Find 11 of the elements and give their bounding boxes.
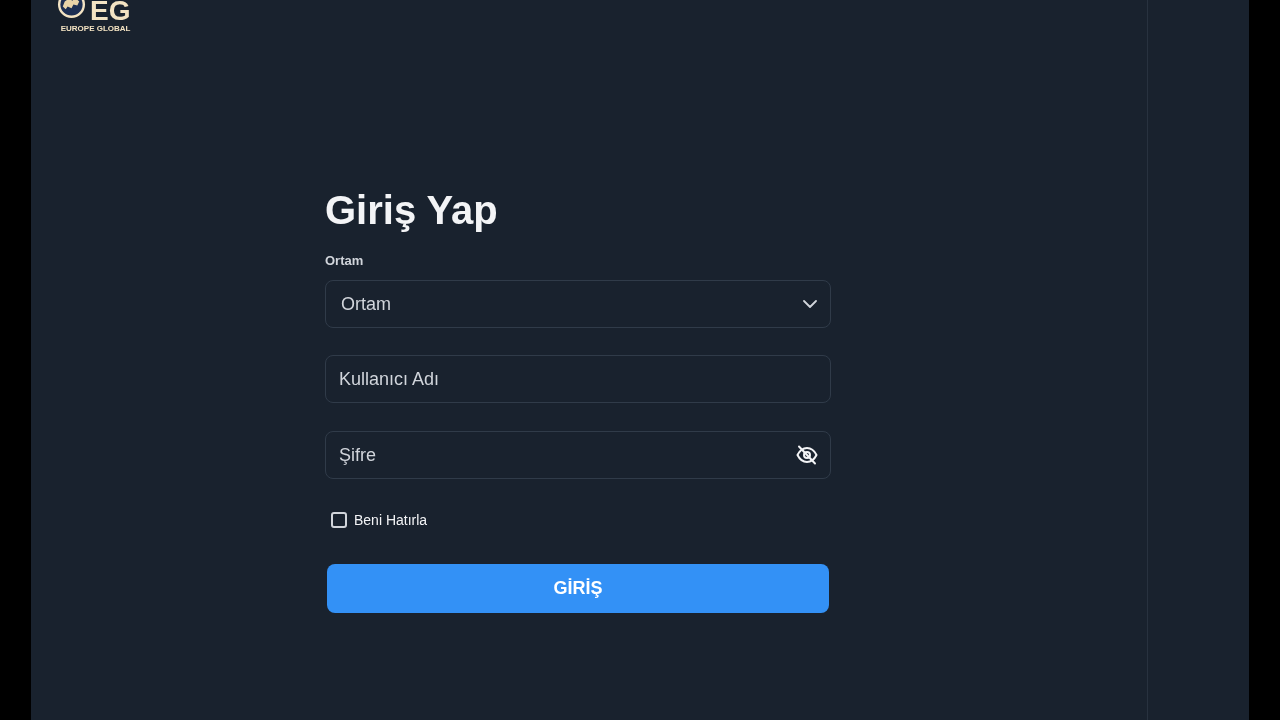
field-label: Ortam: [325, 253, 364, 269]
username-field[interactable]: Kullanıcı Adı: [325, 355, 831, 403]
eye-slash-icon[interactable]: [796, 445, 818, 465]
checkbox-label[interactable]: Beni Hatırla: [354, 509, 428, 531]
chevron-down-icon: [803, 300, 817, 308]
checkbox[interactable]: [331, 512, 347, 528]
logo-tagline: EUROPE GLOBAL: [60, 24, 131, 34]
page-title: Giriş Yap: [325, 187, 498, 234]
password-field[interactable]: Şifre: [325, 431, 831, 479]
logo-wordmark: EG: [90, 0, 131, 24]
environment-select[interactable]: Ortam: [325, 280, 831, 328]
